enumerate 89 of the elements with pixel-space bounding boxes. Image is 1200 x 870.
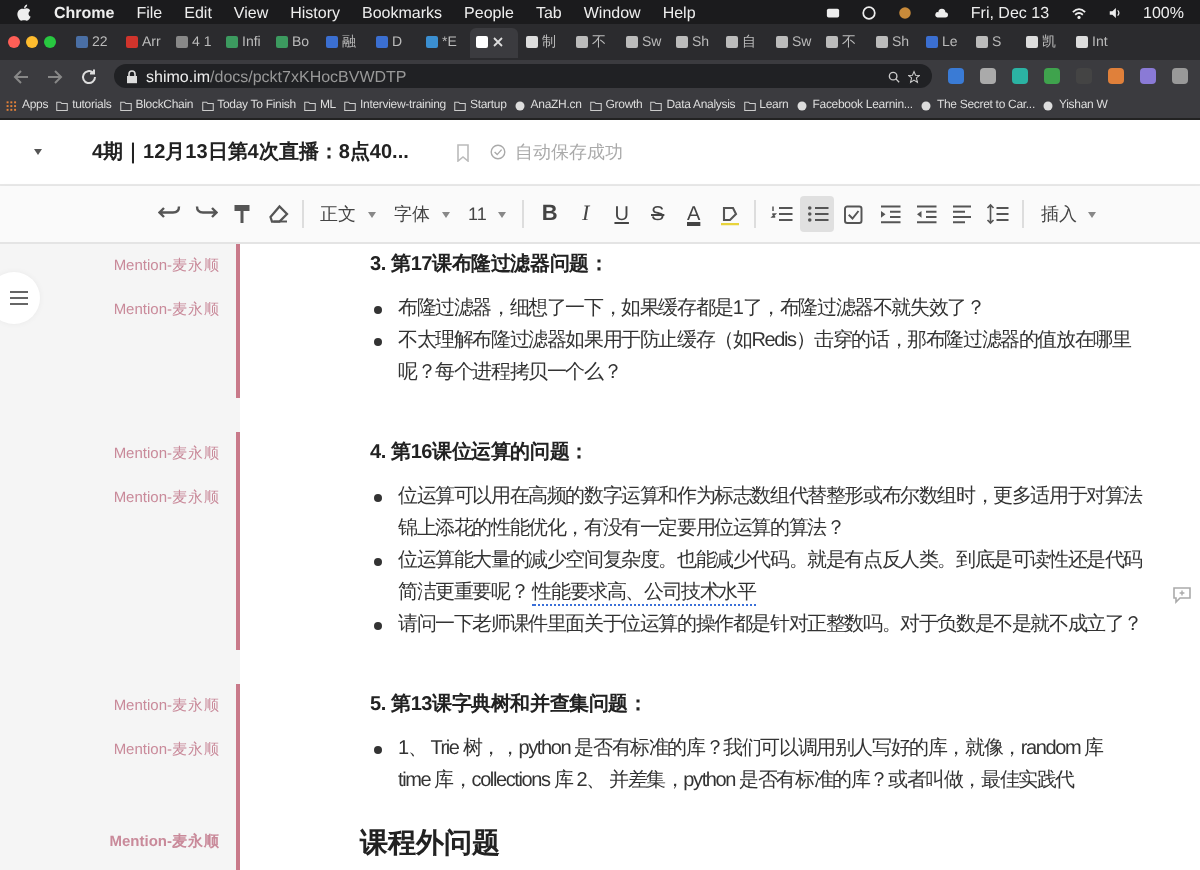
caret-icon <box>368 211 376 217</box>
apple-logo-icon[interactable] <box>16 3 32 21</box>
globe-icon <box>920 99 933 111</box>
browser-tab[interactable] <box>470 27 518 57</box>
bullet-text: 位运算可以用在高频的数字运算和作为标志数组代替整形或布尔数组时，更多适用于对算法 锦上添花的性能优化，有没有一定要用位运算的算法？ <box>398 483 1143 544</box>
eraser-icon <box>265 202 289 226</box>
search-icon[interactable] <box>888 69 900 83</box>
bold-button[interactable]: B <box>532 196 567 232</box>
toolbar-dropdown[interactable]: 正文 <box>312 196 384 232</box>
underline-button[interactable]: U <box>604 196 639 232</box>
forward-icon[interactable] <box>46 67 64 85</box>
bullet-text: 1、 Trie 树，，python 是否有标准的库？我们可以调用别人写好的库，就像，random 库 time 库，collections 库 2、 并差集，python 是否有标准的库？或者叫做，最佳实践代 <box>398 735 1103 796</box>
status-icon[interactable] <box>862 5 877 19</box>
check-icon <box>490 144 507 160</box>
globe-icon <box>1042 99 1055 111</box>
menu-item[interactable]: Bookmarks <box>362 3 443 21</box>
toolbar-dropdown[interactable]: 插入 <box>1032 196 1105 232</box>
toolbar-dropdown[interactable]: 字体 <box>386 196 458 232</box>
bullet-icon <box>374 558 382 566</box>
bullet-icon <box>374 494 382 502</box>
menu-item[interactable]: Tab <box>535 3 562 21</box>
menu-item[interactable]: History <box>290 3 341 21</box>
status-icon[interactable] <box>898 5 913 19</box>
back-icon[interactable] <box>12 67 30 85</box>
bullet-icon <box>374 306 382 314</box>
bullet-icon <box>374 622 382 630</box>
folder-icon <box>303 99 316 111</box>
save-status: 自动保存成功 <box>514 139 623 165</box>
bullet-icon <box>374 746 382 754</box>
toolbar-dropdown[interactable]: 11 <box>460 196 515 232</box>
star-icon[interactable] <box>908 69 920 83</box>
checkbox-icon <box>841 202 866 226</box>
bullet-text: 位运算能大量的减少空间复杂度。也能减少代码。就是有点反人类。到底是可读性还是代码 简洁更重要呢？ 性能要求高、公司技术水平 <box>398 547 1143 610</box>
bullet-text: 请问一下老师课件里面关于位运算的操作都是针对正整数吗。对于负数是不是就不成立了？ <box>398 611 1143 640</box>
globe-icon <box>796 99 809 111</box>
highlighter-icon <box>717 202 742 226</box>
menu-item[interactable]: View <box>233 3 269 21</box>
cloud-icon[interactable] <box>934 5 949 19</box>
heading: 课程外问题 <box>360 826 500 858</box>
align-left-icon <box>949 202 974 226</box>
reload-icon[interactable] <box>80 67 98 85</box>
folder-icon <box>201 99 214 111</box>
menu-item[interactable]: Window <box>583 3 641 21</box>
folder-icon <box>589 99 602 111</box>
caret-icon <box>442 211 450 217</box>
bullet-icon <box>374 338 382 346</box>
numbered-list-icon <box>769 202 794 226</box>
section-heading: 5. 第13课字典树和并查集问题： <box>370 694 648 716</box>
battery-percent[interactable]: 100% <box>1143 3 1184 21</box>
globe-icon <box>514 99 527 111</box>
section-heading: 4. 第16课位运算的问题： <box>370 442 589 464</box>
lock-icon <box>126 69 138 83</box>
bullet-list-button[interactable] <box>800 196 835 232</box>
close-icon[interactable] <box>492 36 504 48</box>
text-color-button[interactable]: A <box>676 196 711 232</box>
commented-text[interactable]: 性能要求高、公司技术水平 <box>532 582 756 606</box>
menu-item[interactable]: File <box>136 3 163 21</box>
caret-icon[interactable] <box>32 148 44 156</box>
menu-clock[interactable]: Fri, Dec 13 <box>970 3 1050 21</box>
folder-icon <box>743 99 756 111</box>
bullet-list-icon <box>805 202 830 226</box>
document-title[interactable]: 4期｜12月13日第4次直播：8点40... <box>92 138 409 166</box>
indent-icon <box>877 202 902 226</box>
section-heading: 3. 第17课布隆过滤器问题： <box>370 254 609 276</box>
strike-button[interactable]: S <box>640 196 675 232</box>
bullet-text: 布隆过滤器，细想了一下，如果缓存都是1了，布隆过滤器不就失效了？ <box>398 295 985 324</box>
status-icon[interactable] <box>826 5 841 19</box>
outdent-icon <box>913 202 938 226</box>
menu-icon <box>9 290 27 306</box>
menu-item[interactable]: Edit <box>184 3 212 21</box>
paint-roller-icon <box>229 202 253 226</box>
menu-item[interactable]: People <box>464 3 514 21</box>
italic-button[interactable]: I <box>568 196 603 232</box>
caret-icon <box>498 211 507 217</box>
line-spacing-icon <box>985 202 1010 226</box>
folder-icon <box>56 99 69 111</box>
address-field[interactable]: shimo.im/docs/pckt7xKHocBVWDTP <box>114 64 932 88</box>
folder-icon <box>344 99 356 111</box>
menu-item[interactable]: Help <box>662 3 696 21</box>
wifi-icon[interactable] <box>1071 5 1086 19</box>
folder-icon <box>454 99 466 111</box>
bullet-text: 不太理解布隆过滤器如果用于防止缓存（如Redis）击穿的话，那布隆过滤器的值放在哪里 呢？每个进程拷贝一个么？ <box>398 327 1131 388</box>
folder-icon <box>119 99 132 111</box>
grid-icon <box>6 99 18 111</box>
menu-button[interactable] <box>0 272 40 324</box>
folder-icon <box>650 99 663 111</box>
app-menu[interactable]: Chrome <box>54 3 115 21</box>
caret-icon <box>1088 211 1097 217</box>
speaker-icon[interactable] <box>1107 5 1122 19</box>
